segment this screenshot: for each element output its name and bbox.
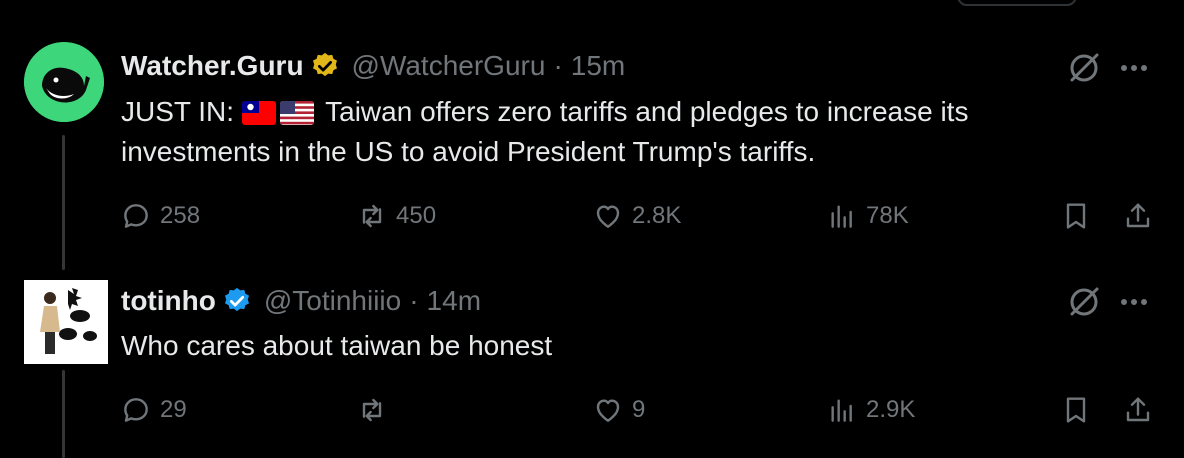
tweet-1-retweet-button[interactable]: 450 (356, 200, 436, 232)
tweet-2-like-count: 9 (632, 396, 646, 423)
share-icon[interactable] (1122, 394, 1154, 426)
bookmark-icon[interactable] (1060, 394, 1092, 426)
tweet-2-reply-button[interactable]: 29 (120, 394, 187, 426)
tweet-1-reply-count: 258 (160, 202, 201, 229)
tweet-1-text: JUST IN: Taiwan offers zero tariffs and … (121, 92, 1081, 172)
tweet-1-author-name[interactable]: Watcher.Guru (121, 50, 304, 82)
heart-icon (596, 399, 620, 422)
thread-line-1 (62, 135, 65, 270)
tweet-2-header: totinho @Totinhiiio · 14m (121, 285, 481, 317)
grok-icon[interactable] (1064, 282, 1104, 322)
tweet-1-handle[interactable]: @WatcherGuru (352, 50, 546, 82)
tweet-2-view-count: 2.9K (866, 396, 916, 423)
heart-icon (596, 205, 620, 228)
views-icon (831, 399, 852, 422)
reply-icon (124, 398, 148, 422)
reply-icon (124, 204, 148, 228)
tweet-2-time[interactable]: 14m (427, 285, 481, 317)
totinho-avatar[interactable] (24, 280, 108, 364)
tweet-1-view-count: 78K (866, 202, 909, 229)
grok-icon[interactable] (1064, 48, 1104, 88)
tweet-2-handle[interactable]: @Totinhiiio (264, 285, 401, 317)
share-icon[interactable] (1122, 200, 1154, 232)
more-options-icon[interactable] (1114, 282, 1154, 322)
more-options-icon[interactable] (1114, 48, 1154, 88)
thread-line-2 (62, 370, 65, 458)
top-pill-button[interactable] (957, 0, 1077, 6)
tweet-1-reply-button[interactable]: 258 (120, 200, 200, 232)
whale-logo-icon (24, 42, 104, 122)
watcherguru-avatar[interactable] (24, 42, 104, 122)
tweet-1-text-prefix: JUST IN: (121, 96, 235, 127)
person-avatar-icon (24, 280, 108, 364)
retweet-icon (362, 398, 382, 422)
bookmark-icon[interactable] (1060, 200, 1092, 232)
retweet-icon (362, 204, 382, 228)
tweet-1-like-count: 2.8K (632, 202, 682, 229)
tweet-1-separator: · (553, 50, 563, 81)
us-flag-icon (279, 101, 314, 125)
taiwan-flag-icon (241, 101, 276, 125)
tweet-1-views-button[interactable]: 78K (826, 200, 909, 232)
tweet-1-text-line-2: investments in the US to avoid President… (121, 136, 816, 167)
tweet-2-views-button[interactable]: 2.9K (826, 394, 915, 426)
tweet-1-text-line-1: Taiwan offers zero tariffs and pledges t… (325, 96, 969, 127)
gold-verified-badge-icon[interactable] (310, 51, 340, 81)
tweet-2-reply-count: 29 (160, 396, 187, 423)
tweet-2-separator: · (409, 285, 419, 316)
tweet-1-header: Watcher.Guru @WatcherGuru · 15m (121, 50, 625, 82)
tweet-1-time[interactable]: 15m (571, 50, 625, 82)
tweet-2-text: Who cares about taiwan be honest (121, 330, 553, 361)
views-icon (831, 205, 852, 228)
tweet-2-like-button[interactable]: 9 (592, 394, 645, 426)
tweet-2-author-name[interactable]: totinho (121, 285, 216, 317)
tweet-2-retweet-button[interactable] (356, 394, 396, 426)
tweet-1-like-button[interactable]: 2.8K (592, 200, 681, 232)
tweet-1-retweet-count: 450 (396, 202, 437, 229)
blue-verified-badge-icon[interactable] (222, 286, 252, 316)
